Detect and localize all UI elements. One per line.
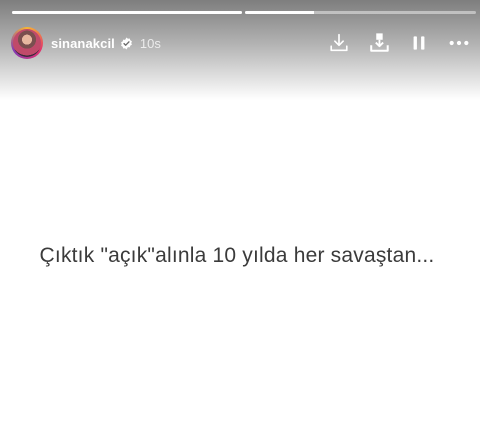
avatar-image <box>13 29 41 57</box>
story-timestamp: 10s <box>139 35 161 51</box>
download-icon[interactable] <box>327 31 351 55</box>
story-actions <box>311 27 471 59</box>
story-progress-bar <box>12 11 476 14</box>
verified-badge-icon <box>120 37 133 50</box>
progress-fill-2 <box>245 11 315 14</box>
progress-fill-1 <box>12 11 242 14</box>
more-options-icon[interactable] <box>447 31 471 55</box>
save-to-device-icon[interactable] <box>367 31 391 55</box>
story-header: sinanakcil 10s <box>11 27 471 59</box>
progress-segment-1 <box>12 11 242 14</box>
pause-icon[interactable] <box>407 31 431 55</box>
progress-segment-2 <box>245 11 476 14</box>
username[interactable]: sinanakcil <box>51 36 115 51</box>
story-text: Çıktık "açık"alınla 10 yılda her savaşta… <box>39 244 435 267</box>
avatar[interactable] <box>11 27 43 59</box>
story-viewer[interactable]: sinanakcil 10s Çıktık "açık"alınla 10 yı… <box>0 0 480 438</box>
